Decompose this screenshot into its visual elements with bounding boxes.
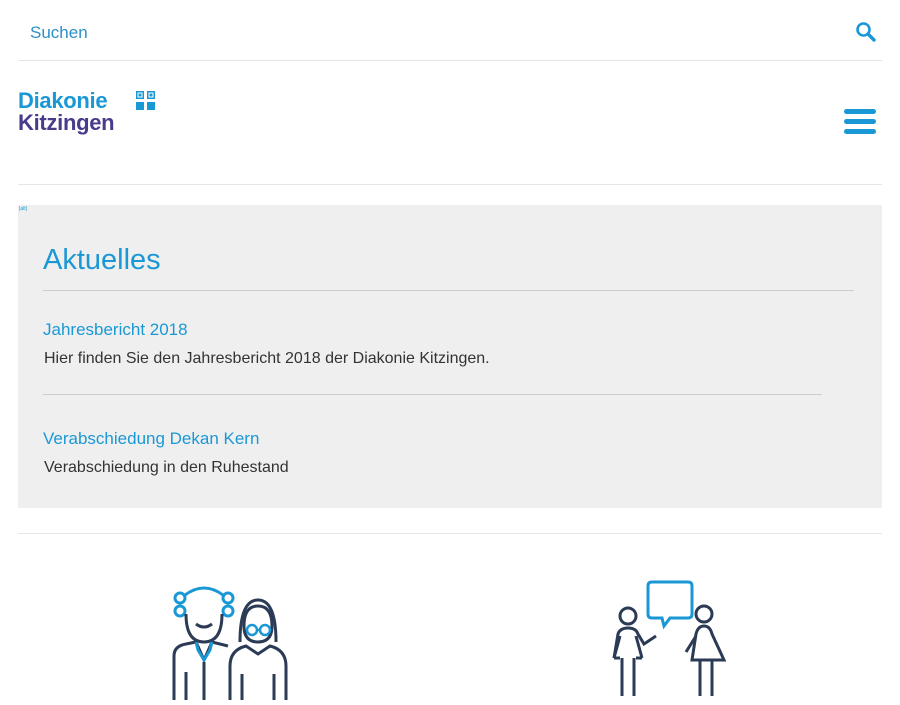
news-title-divider (43, 290, 854, 291)
broken-image-placeholder: [alt] (19, 206, 28, 212)
news-section: [alt] Aktuelles Jahresbericht 2018 Hier … (18, 205, 882, 508)
search-icon (856, 22, 876, 42)
site-header: Diakonie Kitzingen (18, 61, 882, 185)
search-bar (18, 0, 882, 61)
news-item-title-verabschiedung[interactable]: Verabschiedung Dekan Kern (43, 428, 259, 450)
service-link-senioren[interactable] (168, 584, 292, 700)
diakonie-logo[interactable]: Diakonie Kitzingen (18, 89, 168, 139)
diakonie-cross-icon (136, 91, 155, 110)
menu-button[interactable] (844, 109, 876, 137)
elderly-couple-icon (172, 586, 288, 700)
news-item-text-verabschiedung: Verabschiedung in den Ruhestand (44, 459, 289, 476)
news-section-title: Aktuelles (43, 244, 161, 276)
news-item-title-jahresbericht[interactable]: Jahresbericht 2018 (43, 319, 188, 341)
logo-text-kitzingen: Kitzingen (18, 110, 115, 135)
search-input[interactable] (30, 20, 810, 46)
counseling-icon (612, 580, 727, 696)
news-item-divider (43, 394, 822, 395)
service-link-beratung[interactable] (606, 578, 734, 700)
search-button[interactable] (854, 20, 878, 44)
section-divider (18, 533, 882, 534)
news-item-text-jahresbericht: Hier finden Sie den Jahresbericht 2018 d… (44, 350, 490, 367)
